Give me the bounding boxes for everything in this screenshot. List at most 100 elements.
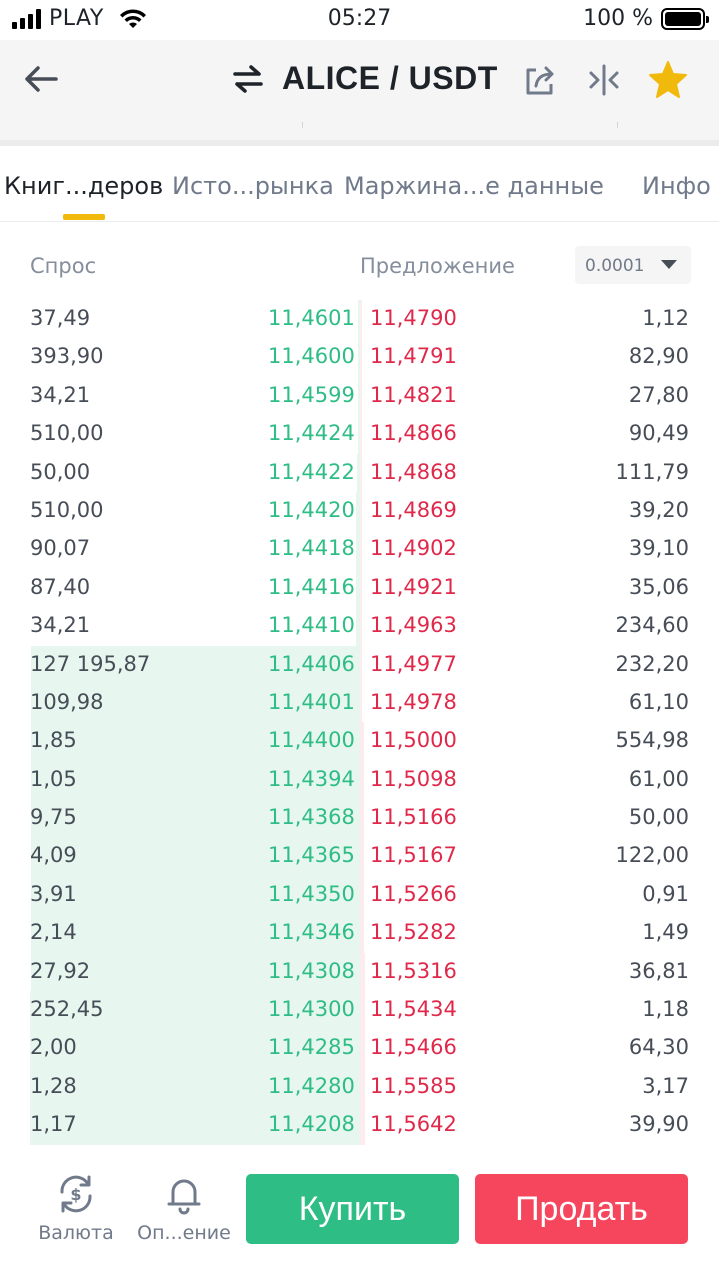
bid-price: 11,4599 [268,382,355,407]
bid-price: 11,4600 [268,344,355,369]
back-arrow-icon[interactable] [20,58,62,100]
bid-amount: 252,45 [30,997,104,1022]
bid-amount: 510,00 [30,421,104,446]
order-book-row[interactable]: 90,07 11,4418 11,4902 39,10 [0,530,719,569]
ask-amount: 82,90 [628,344,689,369]
tab-market-history[interactable]: Исто...рынка [172,172,334,200]
order-book-row[interactable]: 510,00 11,4424 11,4866 90,49 [0,415,719,454]
ask-price: 11,5167 [370,843,457,868]
order-book-row[interactable]: 37,49 11,4601 11,4790 1,12 [0,300,719,339]
order-book-row[interactable]: 1,85 11,4400 11,5000 554,98 [0,722,719,761]
bell-icon [167,1179,201,1215]
star-icon[interactable] [648,60,688,100]
ask-amount: 3,17 [642,1073,689,1098]
ask-amount: 111,79 [615,459,689,484]
tab-info[interactable]: Инфо [642,172,711,200]
bid-amount: 1,05 [30,766,77,791]
bid-amount: 27,92 [30,958,91,983]
swap-arrows-icon [233,64,263,93]
alert-button[interactable]: Оп...ение [134,1172,234,1244]
order-book-row[interactable]: 393,90 11,4600 11,4791 82,90 [0,338,719,377]
bid-price: 11,4400 [268,728,355,753]
ask-price: 11,4869 [370,497,457,522]
ask-price: 11,5466 [370,1035,457,1060]
bid-amount: 34,21 [30,613,91,638]
bottom-bar: $ Валюта Оп...ение Купить Продать [0,1160,719,1280]
currency-button[interactable]: $ Валюта [26,1172,126,1244]
bid-amount: 510,00 [30,497,104,522]
order-book-row[interactable]: 50,00 11,4422 11,4868 111,79 [0,453,719,492]
currency-label: Валюта [38,1222,114,1244]
order-book-row[interactable]: 87,40 11,4416 11,4921 35,06 [0,568,719,608]
ask-price: 11,4790 [370,306,457,330]
buy-button[interactable]: Купить [246,1174,459,1244]
bid-price: 11,4285 [268,1035,355,1060]
ask-amount: 1,18 [642,997,689,1022]
bid-price: 11,4422 [268,459,355,484]
ask-depth-bar [360,875,365,915]
ask-amount: 1,12 [642,306,689,330]
currency-exchange-icon: $ [60,1175,92,1213]
bid-price: 11,4280 [268,1073,355,1098]
ask-amount: 35,06 [628,574,689,599]
order-book-row[interactable]: 109,98 11,4401 11,4978 61,10 [0,683,719,723]
ask-price: 11,5000 [370,728,457,753]
ask-depth-bar [360,837,365,876]
ask-depth-bar [360,645,363,684]
page-title: ALICE / USDT [282,60,498,96]
ask-price: 11,4791 [370,344,457,369]
order-book-row[interactable]: 4,09 11,4365 11,5167 122,00 [0,837,719,876]
share-icon[interactable] [522,62,558,98]
bid-price: 11,4418 [268,536,355,561]
order-book-row[interactable]: 34,21 11,4410 11,4963 234,60 [0,607,719,646]
ask-depth-bar [360,799,365,838]
ask-depth-bar [360,453,362,492]
bid-price: 11,4308 [268,958,355,983]
order-book-row[interactable]: 34,21 11,4599 11,4821 27,80 [0,376,719,416]
ask-price: 11,5282 [370,920,457,945]
compare-icon[interactable] [586,62,622,98]
ask-depth-bar [360,683,363,723]
caret-down-icon [661,260,677,269]
ask-depth-bar [360,914,365,953]
order-book-row[interactable]: 1,28 11,4280 11,5585 3,17 [0,1067,719,1107]
order-book-row[interactable]: 27,92 11,4308 11,5316 36,81 [0,952,719,992]
ask-price: 11,4963 [370,613,457,638]
tab-margin-data[interactable]: Маржина...е данные [344,172,604,200]
order-book-row[interactable]: 3,91 11,4350 11,5266 0,91 [0,875,719,915]
ask-price: 11,4977 [370,651,457,676]
order-book-row[interactable]: 1,05 11,4394 11,5098 61,00 [0,760,719,800]
ask-price: 11,5166 [370,805,457,830]
order-book-row[interactable]: 252,45 11,4300 11,5434 1,18 [0,991,719,1030]
tab-active-indicator [63,214,105,220]
ask-price: 11,5434 [370,997,457,1022]
bid-amount: 2,14 [30,920,77,945]
order-book-row[interactable]: 1,17 11,4208 11,5642 39,90 [0,1106,719,1145]
bid-price: 11,4416 [268,574,355,599]
bid-amount: 3,91 [30,881,77,906]
bid-price: 11,4406 [268,651,355,676]
order-book-row[interactable]: 2,00 11,4285 11,5466 64,30 [0,1029,719,1068]
ask-amount: 39,10 [628,536,689,561]
order-book-row[interactable]: 127 195,87 11,4406 11,4977 232,20 [0,645,719,684]
ask-depth-bar [360,530,362,569]
svg-text:$: $ [70,1185,81,1204]
alert-label: Оп...ение [137,1222,231,1244]
pair-selector[interactable]: ALICE / USDT [232,60,498,97]
tab-order-book[interactable]: Книг...деров [4,172,163,200]
sell-button[interactable]: Продать [475,1174,688,1244]
bid-amount: 50,00 [30,459,91,484]
ask-depth-bar [360,607,362,646]
order-book-row[interactable]: 510,00 11,4420 11,4869 39,20 [0,491,719,531]
order-book-row[interactable]: 9,75 11,4368 11,5166 50,00 [0,799,719,838]
ask-price: 11,5585 [370,1073,457,1098]
order-book-row[interactable]: 2,14 11,4346 11,5282 1,49 [0,914,719,953]
ask-price: 11,4868 [370,459,457,484]
ask-amount: 27,80 [628,382,689,407]
bid-price: 11,4346 [268,920,355,945]
ask-depth-bar [360,376,362,416]
bid-price: 11,4350 [268,881,355,906]
bid-amount: 90,07 [30,536,91,561]
precision-dropdown[interactable]: 0.0001 [575,246,691,284]
battery-fill [665,11,701,26]
